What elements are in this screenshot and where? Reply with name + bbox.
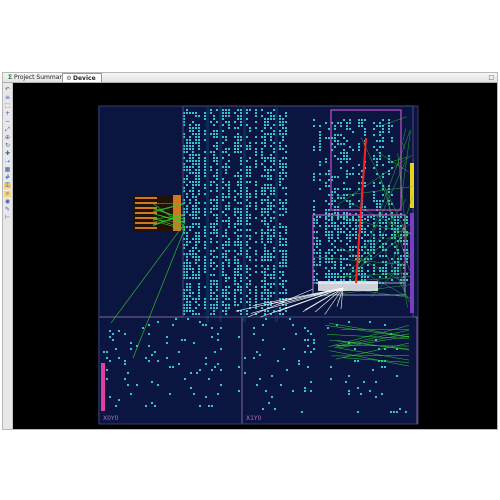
place-icon[interactable]: ▦ [4,167,11,173]
sigma-icon: Σ [7,74,13,81]
clock-region-label: X1Y0 [246,415,262,422]
list-icon[interactable]: ≡ [4,95,11,101]
zoom-area-icon[interactable]: ⊕ [4,135,11,141]
zoom-fit-icon[interactable]: ⤢ [4,127,11,133]
device-floorplan[interactable]: X0Y0 X1Y0 [13,83,497,429]
zoom-out-icon[interactable]: − [4,119,11,125]
refresh-icon[interactable]: ↻ [4,143,11,149]
tab-label: Project Summary [14,74,66,81]
tab-bar: ΣProject Summary× ⚙Device □ [3,73,497,83]
io-pad-left [135,222,157,224]
route-icon[interactable]: ⇢ [4,159,11,165]
zoom-in-icon[interactable]: + [4,111,11,117]
tab-project-summary[interactable]: ΣProject Summary× [4,73,73,82]
vivado-window: ΣProject Summary× ⚙Device □ ↶ ≡ ⬚ + − ⤢ ⊕ ↻ ✚ ⇢ ▦ #… [2,72,498,430]
highlight-icon[interactable]: ◉ [4,199,11,205]
io-bank-purple [410,213,414,313]
add-icon[interactable]: ✚ [4,151,11,157]
fabric-column-0 [206,107,209,322]
io-bank-pink [101,363,105,411]
io-pad-left [135,227,157,229]
device-toolbar: ↶ ≡ ⬚ + − ⤢ ⊕ ↻ ✚ ⇢ ▦ # ⚿ ⌕ ◉ ✎ ⊢ [3,83,13,429]
maximize-icon[interactable]: □ [488,73,494,82]
fabric-column-3 [275,107,278,322]
tab-device[interactable]: ⚙Device [62,73,102,82]
fabric-column-1 [219,107,222,322]
search-icon[interactable]: ⌕ [4,191,11,197]
grid-icon[interactable]: # [4,175,11,181]
fabric-column-2 [243,107,246,322]
undo-icon[interactable]: ↶ [4,87,11,93]
select-icon[interactable]: ⬚ [4,103,11,109]
io-column-left [173,195,181,231]
gear-icon: ⚙ [66,75,72,82]
lock-icon[interactable]: ⚿ [4,183,11,189]
tab-label: Device [73,75,96,82]
ruler-icon[interactable]: ⊢ [4,215,11,221]
clock-region-label: X0Y0 [103,415,119,422]
device-view-canvas[interactable]: X0Y0 X1Y0 [13,83,497,429]
device-fabric [98,106,418,424]
net-white-cluster [318,281,378,291]
io-pad-left [135,197,157,199]
pen-icon[interactable]: ✎ [4,207,11,213]
